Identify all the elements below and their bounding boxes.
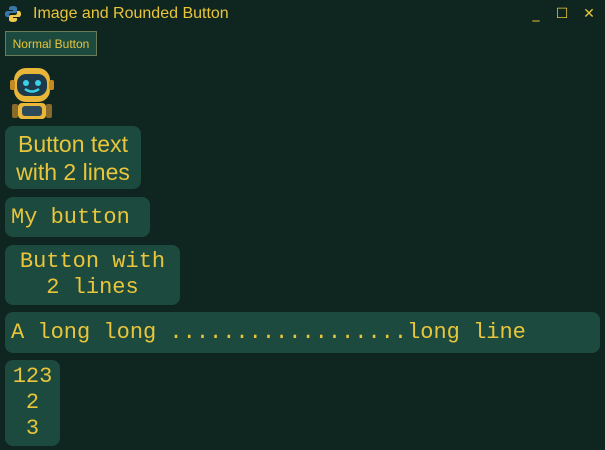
multi-line-number-button[interactable]: 123 2 3 — [5, 360, 60, 446]
button-line: 2 — [25, 390, 40, 415]
button-line: 3 — [25, 416, 40, 441]
title-bar[interactable]: Image and Rounded Button _ ☐ ✕ — [0, 0, 605, 28]
two-line-mono-button[interactable]: Button with 2 lines — [5, 245, 180, 305]
my-button[interactable]: My button — [5, 197, 150, 237]
button-line: Button with — [19, 249, 166, 274]
close-button[interactable]: ✕ — [579, 4, 599, 24]
robot-image-button[interactable] — [8, 66, 56, 119]
button-line: 123 — [12, 364, 53, 389]
button-line: Button text — [18, 130, 128, 157]
maximize-button[interactable]: ☐ — [552, 4, 572, 24]
window-title: Image and Rounded Button — [33, 5, 229, 22]
python-logo-icon — [5, 6, 21, 22]
long-line-button[interactable]: A long long ..................long line — [5, 312, 600, 353]
button-line: with 2 lines — [16, 158, 130, 185]
normal-button[interactable]: Normal Button — [5, 31, 97, 56]
two-line-sans-button[interactable]: Button text with 2 lines — [5, 126, 141, 189]
minimize-button[interactable]: _ — [526, 4, 546, 24]
button-line: 2 lines — [46, 275, 139, 300]
